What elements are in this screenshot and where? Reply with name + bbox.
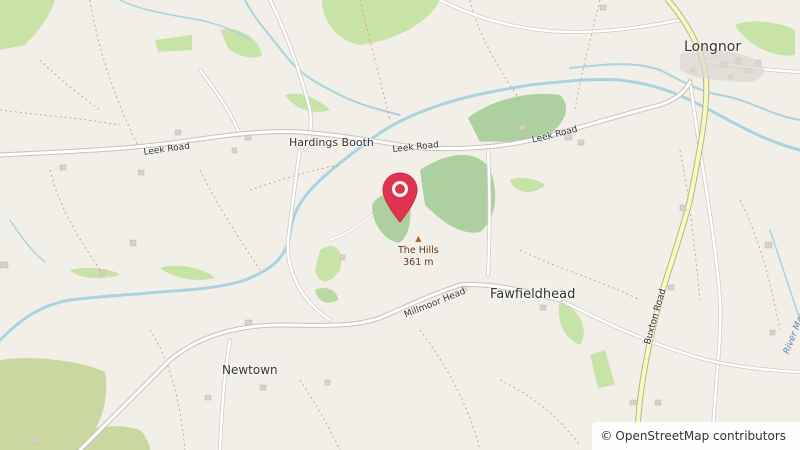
peak-triangle-icon: ▲	[415, 234, 422, 243]
map-attribution[interactable]: © OpenStreetMap contributors	[592, 422, 800, 450]
peak-elevation: 361 m	[403, 257, 434, 268]
place-label-hardings-booth: Hardings Booth	[289, 136, 374, 149]
map-tiles	[0, 0, 800, 450]
peak-label: ▲ The Hills 361 m	[398, 233, 439, 269]
map-pin-icon[interactable]	[382, 172, 418, 224]
copyright-symbol: ©	[600, 429, 613, 443]
attribution-text[interactable]: OpenStreetMap contributors	[615, 429, 786, 443]
map-view[interactable]: Longnor Hardings Booth Fawfieldhead Newt…	[0, 0, 800, 450]
place-label-fawfieldhead: Fawfieldhead	[490, 287, 576, 302]
millmoor-road	[77, 281, 563, 450]
place-label-newtown: Newtown	[222, 363, 278, 377]
rivers	[0, 0, 800, 342]
peak-name: The Hills	[398, 245, 439, 256]
place-label-longnor: Longnor	[684, 39, 742, 55]
